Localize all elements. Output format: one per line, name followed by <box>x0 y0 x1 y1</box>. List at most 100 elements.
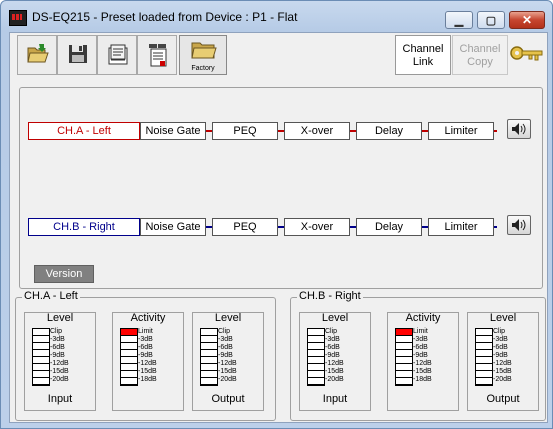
meter-segment <box>396 329 412 336</box>
level-meter <box>475 328 493 386</box>
level-title: Level <box>214 312 242 324</box>
key-icon[interactable] <box>510 43 544 65</box>
meter-scale-label: -9dB <box>493 352 508 359</box>
meter-segment <box>33 371 49 378</box>
meter-scale-label: -12dB <box>413 360 432 367</box>
channel-a-speaker-button[interactable] <box>507 119 531 139</box>
channel-b-limiter[interactable]: Limiter <box>428 218 494 236</box>
meter-scale-label: Limit <box>138 328 153 335</box>
close-button[interactable]: ✕ <box>509 11 545 29</box>
channel-a-xover[interactable]: X-over <box>284 122 350 140</box>
meter-scale-label: -12dB <box>138 360 157 367</box>
channel-b-delay[interactable]: Delay <box>356 218 422 236</box>
channel-b-speaker-button[interactable] <box>507 215 531 235</box>
processing-chain-panel: CH.A - Left Noise Gate PEQ X-over Delay … <box>19 87 543 289</box>
meter-segment <box>396 357 412 364</box>
channel-a-peq[interactable]: PEQ <box>212 122 278 140</box>
input-label: Input <box>322 393 348 405</box>
meter-segment <box>121 364 137 371</box>
meter-scale-label: -9dB <box>325 352 340 359</box>
meter-segment <box>201 350 217 357</box>
channel-b-input-level-panel: Level Clip -3dB -6dB -9dB -12dB -15dB -20dB In… <box>299 312 371 411</box>
maximize-button[interactable]: ▢ <box>477 11 505 29</box>
channel-a-noise-gate[interactable]: Noise Gate <box>140 122 206 140</box>
meter-segment <box>308 364 324 371</box>
activity-title: Activity <box>405 312 441 324</box>
channel-b-output-level-panel: Level Clip -3dB -6dB -9dB -12dB -15dB -20dB Ou… <box>467 312 539 411</box>
meter-segment <box>308 336 324 343</box>
channel-a-chain: CH.A - Left Noise Gate PEQ X-over Delay … <box>20 119 542 140</box>
meter-segment <box>33 329 49 336</box>
channel-a-input-level-panel: Level Clip -3dB -6dB -9dB -12dB -15dB -20dB In… <box>24 312 96 411</box>
meter-segment <box>308 329 324 336</box>
meter-segment <box>121 378 137 385</box>
meter-scale-label: -3dB <box>138 336 153 343</box>
save-button[interactable] <box>57 35 97 75</box>
input-label: Input <box>47 393 73 405</box>
activity-title: Activity <box>130 312 166 324</box>
minimize-button[interactable]: ▁ <box>445 11 473 29</box>
channel-a-limiter[interactable]: Limiter <box>428 122 494 140</box>
meter-segment <box>396 343 412 350</box>
meter-segment <box>201 329 217 336</box>
meter-segment <box>476 357 492 364</box>
print-button[interactable] <box>97 35 137 75</box>
activity-meter <box>120 328 138 386</box>
meter-scale-label: -12dB <box>50 360 69 367</box>
channel-copy-button[interactable]: Channel Copy <box>452 35 508 75</box>
version-button[interactable]: Version <box>34 265 94 283</box>
device-document-icon <box>149 44 167 67</box>
meter-segment <box>396 350 412 357</box>
meter-segment <box>201 364 217 371</box>
channel-a-input-block[interactable]: CH.A - Left <box>28 122 140 140</box>
channel-a-meters-title: CH.A - Left <box>22 290 80 303</box>
meter-segment <box>476 378 492 385</box>
meter-scale-label: -6dB <box>138 344 153 351</box>
meter-segment <box>33 336 49 343</box>
window-title: DS-EQ215 - Preset loaded from Device : P… <box>32 10 298 24</box>
level-meter <box>307 328 325 386</box>
meter-scale-label: -12dB <box>325 360 344 367</box>
meter-scale-label: -20dB <box>218 376 237 383</box>
meter-segment <box>308 378 324 385</box>
client-area: Factory Channel Link Channel Copy CH.A -… <box>9 32 548 423</box>
factory-folder-icon <box>191 42 217 59</box>
output-label: Output <box>486 393 520 405</box>
meter-scale-label: -20dB <box>325 376 344 383</box>
channel-link-button[interactable]: Channel Link <box>395 35 451 75</box>
meter-segment <box>476 350 492 357</box>
channel-b-xover[interactable]: X-over <box>284 218 350 236</box>
device-report-button[interactable] <box>137 35 177 75</box>
open-folder-icon <box>27 44 49 63</box>
app-icon[interactable] <box>9 10 27 26</box>
meter-scale-label: -6dB <box>50 344 65 351</box>
meter-scale-label: Clip <box>493 328 506 335</box>
meter-scale-label: -9dB <box>218 352 233 359</box>
channel-b-noise-gate[interactable]: Noise Gate <box>140 218 206 236</box>
title-bar[interactable]: DS-EQ215 - Preset loaded from Device : P… <box>1 1 552 31</box>
meter-segment <box>121 343 137 350</box>
factory-label: Factory <box>191 65 215 72</box>
channel-b-meters-group: CH.B - Right Level Clip -3dB -6dB -9dB -12dB… <box>290 290 546 421</box>
channel-a-delay[interactable]: Delay <box>356 122 422 140</box>
meter-segment <box>476 371 492 378</box>
meter-segment <box>476 329 492 336</box>
meter-scale-label: Clip <box>50 328 63 335</box>
meter-segment <box>201 378 217 385</box>
output-label: Output <box>211 393 245 405</box>
factory-button[interactable]: Factory <box>179 35 227 75</box>
level-meter <box>200 328 218 386</box>
channel-b-peq[interactable]: PEQ <box>212 218 278 236</box>
meter-scale-label: -6dB <box>218 344 233 351</box>
meter-segment <box>308 357 324 364</box>
minimize-icon: ▁ <box>454 14 464 27</box>
meter-segment <box>201 343 217 350</box>
meter-segment <box>396 371 412 378</box>
channel-b-input-block[interactable]: CH.B - Right <box>28 218 140 236</box>
meter-scale-label: -9dB <box>138 352 153 359</box>
meter-segment <box>476 336 492 343</box>
speaker-icon <box>512 123 526 135</box>
meter-scale-label: Limit <box>413 328 428 335</box>
open-button[interactable] <box>17 35 57 75</box>
floppy-disk-icon <box>69 45 87 63</box>
